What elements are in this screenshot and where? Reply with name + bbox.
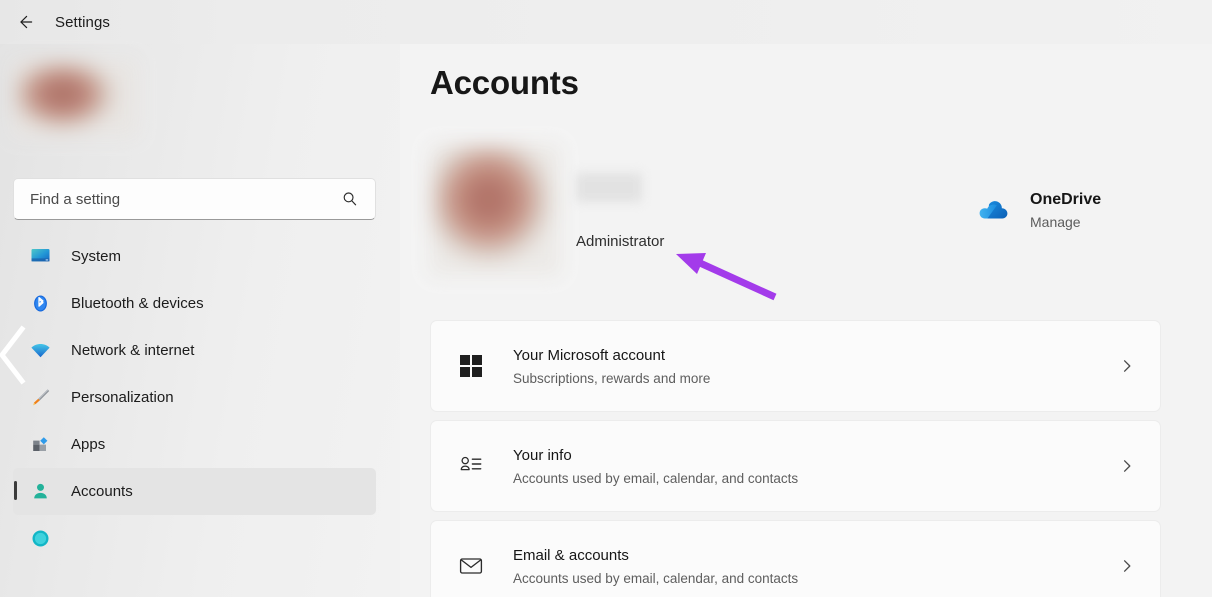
sidebar-nav: System Bluetooth & devices: [13, 233, 376, 562]
page-title: Accounts: [430, 64, 579, 102]
account-role-label: Administrator: [576, 233, 664, 250]
sidebar-item-system[interactable]: System: [13, 233, 376, 280]
chevron-right-icon[interactable]: [1119, 358, 1135, 374]
onedrive-title: OneDrive: [1030, 190, 1101, 210]
sidebar: System Bluetooth & devices: [0, 44, 400, 597]
settings-window: Settings: [0, 0, 1212, 597]
card-text-block: Your info Accounts used by email, calend…: [513, 446, 1119, 486]
onedrive-section: OneDrive Manage: [975, 189, 1101, 231]
sidebar-item-label: Personalization: [71, 389, 174, 406]
sidebar-item-accounts[interactable]: Accounts: [13, 468, 376, 515]
envelope-icon: [456, 551, 486, 581]
onedrive-manage-link[interactable]: Manage: [1030, 214, 1101, 230]
sidebar-item-label: Apps: [71, 436, 105, 453]
card-email-accounts[interactable]: Email & accounts Accounts used by email,…: [430, 520, 1161, 597]
wifi-icon: [27, 338, 53, 364]
search-box[interactable]: [13, 178, 376, 220]
sidebar-item-label: Accounts: [71, 483, 133, 500]
sidebar-profile-photo[interactable]: [13, 60, 137, 136]
onedrive-text-block: OneDrive Manage: [1030, 190, 1101, 230]
chevron-right-icon[interactable]: [1119, 458, 1135, 474]
settings-card-list: Your Microsoft account Subscriptions, re…: [430, 320, 1161, 597]
card-your-microsoft-account[interactable]: Your Microsoft account Subscriptions, re…: [430, 320, 1161, 412]
card-text-block: Your Microsoft account Subscriptions, re…: [513, 346, 1119, 386]
time-language-icon: [27, 526, 53, 552]
sidebar-item-label: Bluetooth & devices: [71, 295, 204, 312]
search-icon[interactable]: [341, 190, 359, 208]
account-avatar[interactable]: [430, 145, 560, 275]
card-title: Your info: [513, 446, 1119, 466]
sidebar-item-time-language[interactable]: [13, 515, 376, 562]
account-summary: Administrator: [430, 145, 1190, 281]
card-subtitle: Accounts used by email, calendar, and co…: [513, 571, 1119, 586]
paintbrush-icon: [27, 385, 53, 411]
sidebar-item-personalization[interactable]: Personalization: [13, 374, 376, 421]
sidebar-item-label: Network & internet: [71, 342, 194, 359]
search-input[interactable]: [14, 191, 341, 208]
main-content: Accounts Administrator: [400, 44, 1212, 597]
bluetooth-icon: [27, 291, 53, 317]
person-account-icon: [27, 479, 53, 505]
sidebar-item-bluetooth-devices[interactable]: Bluetooth & devices: [13, 280, 376, 327]
card-text-block: Email & accounts Accounts used by email,…: [513, 546, 1119, 586]
account-name-redacted: [576, 173, 642, 202]
apps-grid-icon: [27, 432, 53, 458]
card-your-info[interactable]: Your info Accounts used by email, calend…: [430, 420, 1161, 512]
sidebar-item-network-internet[interactable]: Network & internet: [13, 327, 376, 374]
microsoft-logo-icon: [456, 351, 486, 381]
card-subtitle: Subscriptions, rewards and more: [513, 371, 1119, 386]
contact-card-icon: [456, 451, 486, 481]
sidebar-item-label: System: [71, 248, 121, 265]
back-button[interactable]: [9, 5, 43, 39]
card-subtitle: Accounts used by email, calendar, and co…: [513, 471, 1119, 486]
window-title: Settings: [55, 14, 110, 31]
onedrive-cloud-icon: [975, 189, 1017, 231]
chevron-right-icon[interactable]: [1119, 558, 1135, 574]
system-laptop-icon: [27, 244, 53, 270]
card-title: Your Microsoft account: [513, 346, 1119, 366]
back-arrow-icon: [16, 12, 36, 32]
title-bar: Settings: [0, 0, 1212, 44]
card-title: Email & accounts: [513, 546, 1119, 566]
sidebar-item-apps[interactable]: Apps: [13, 421, 376, 468]
